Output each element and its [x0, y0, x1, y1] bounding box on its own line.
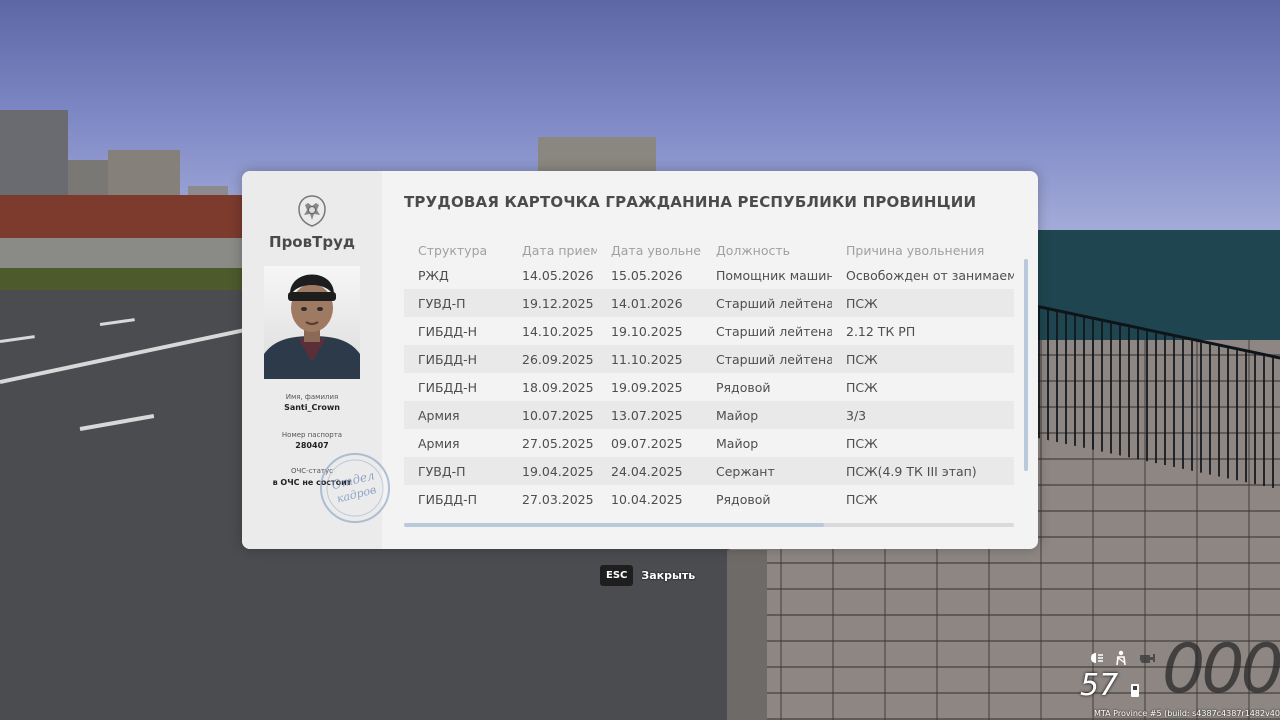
- coat-of-arms-icon: [298, 195, 326, 227]
- cell-hire-date: 18.09.2025: [522, 379, 594, 395]
- table-row: РЖД 14.05.2026 15.05.2026 Помощник машин…: [404, 261, 1014, 289]
- engine-icon: [1140, 654, 1155, 663]
- cell-position: Рядовой: [716, 491, 771, 507]
- seatbelt-icon: [1116, 650, 1126, 666]
- table-row: ГУВД-П 19.12.2025 14.01.2026 Старший лей…: [404, 289, 1014, 317]
- horizontal-scrollbar[interactable]: [404, 523, 1014, 527]
- table-row: ГИБДД-Н 26.09.2025 11.10.2025 Старший ле…: [404, 345, 1014, 373]
- cell-structure: Армия: [404, 401, 508, 429]
- cell-position: Майор: [716, 435, 759, 451]
- table-row: ГИБДД-Н 18.09.2025 19.09.2025 Рядовой ПС…: [404, 373, 1014, 401]
- cell-hire-date: 14.10.2025: [522, 323, 594, 339]
- cell-dismissal-date: 15.05.2026: [611, 267, 683, 283]
- cell-hire-date: 26.09.2025: [508, 345, 597, 373]
- cell-reason: 3/3: [832, 401, 1014, 429]
- cell-structure: РЖД: [418, 267, 449, 283]
- org-name: ПровТруд: [269, 233, 355, 251]
- name-value: Santi_Crown: [284, 403, 340, 412]
- table-row: ГИБДД-П 27.03.2025 10.04.2025 Рядовой ПС…: [404, 485, 1014, 513]
- cell-position: Майор: [702, 401, 832, 429]
- passport-value: 280407: [295, 441, 329, 450]
- column-header: Структура: [418, 242, 488, 258]
- name-label: Имя, фамилия: [285, 393, 339, 401]
- cell-hire-date: 14.05.2026: [522, 267, 594, 283]
- column-header: Причина увольнения: [846, 242, 985, 258]
- cell-structure: ГИБДД-Н: [404, 345, 508, 373]
- table-body: РЖД 14.05.2026 15.05.2026 Помощник машин…: [404, 261, 1014, 513]
- vertical-scrollbar[interactable]: [1024, 259, 1028, 471]
- citizen-photo: [264, 266, 360, 379]
- cell-dismissal-date: 09.07.2025: [611, 435, 683, 451]
- employment-table-viewport[interactable]: Структура Дата приема Дата увольнени Дол…: [404, 239, 1014, 515]
- table-row: ГИБДД-Н 14.10.2025 19.10.2025 Старший ле…: [404, 317, 1014, 345]
- passport-label: Номер паспорта: [281, 431, 343, 439]
- hr-department-stamp: Отдел кадров: [320, 453, 390, 523]
- table-row: ГУВД-П 19.04.2025 24.04.2025 Сержант ПСЖ…: [404, 457, 1014, 485]
- employment-history-table: Структура Дата приема Дата увольнени Дол…: [404, 239, 1014, 513]
- cell-hire-date: 19.04.2025: [508, 457, 597, 485]
- odometer-value: 000: [1162, 630, 1280, 709]
- cell-structure: Армия: [418, 435, 460, 451]
- fuel-icon: [1131, 684, 1139, 697]
- cell-structure: ГУВД-П: [404, 457, 508, 485]
- cell-dismissal-date: 19.09.2025: [611, 379, 683, 395]
- speedometer-value: 57: [1080, 668, 1119, 703]
- esc-key-badge[interactable]: ESC: [600, 565, 634, 586]
- cell-hire-date: 27.03.2025: [522, 491, 594, 507]
- cell-dismissal-date: 11.10.2025: [597, 345, 702, 373]
- table-row: Армия 27.05.2025 09.07.2025 Майор ПСЖ: [404, 429, 1014, 457]
- cell-structure: ГУВД-П: [404, 289, 508, 317]
- table-row: Армия 10.07.2025 13.07.2025 Майор 3/3: [404, 401, 1014, 429]
- cell-reason: ПСЖ(4.9 ТК III этап): [832, 457, 1014, 485]
- card-main: ТРУДОВАЯ КАРТОЧКА ГРАЖДАНИНА РЕСПУБЛИКИ …: [382, 171, 1038, 549]
- cell-dismissal-date: 13.07.2025: [597, 401, 702, 429]
- headlight-icon: [1091, 653, 1103, 663]
- table-header-row: Структура Дата приема Дата увольнени Дол…: [404, 239, 1014, 261]
- close-hint[interactable]: ESC Закрыть: [600, 565, 695, 586]
- cell-structure: ГИБДД-Н: [418, 323, 477, 339]
- cell-position: Сержант: [702, 457, 832, 485]
- cell-structure: ГИБДД-Н: [418, 379, 477, 395]
- employment-card-window: ПровТруд Имя, фамилия Santi_Crown Номер …: [242, 171, 1038, 549]
- cell-reason: ПСЖ: [832, 345, 1014, 373]
- cell-reason: Освобожден от занимаемой: [846, 267, 1014, 283]
- card-title: ТРУДОВАЯ КАРТОЧКА ГРАЖДАНИНА РЕСПУБЛИКИ …: [404, 193, 977, 211]
- column-header: Должность: [716, 242, 791, 258]
- cell-hire-date: 27.05.2025: [522, 435, 594, 451]
- horizontal-scrollbar-thumb[interactable]: [404, 523, 824, 527]
- close-label[interactable]: Закрыть: [641, 569, 695, 582]
- column-header: Дата приема: [522, 242, 597, 258]
- cell-reason: 2.12 ТК РП: [846, 323, 916, 339]
- cell-dismissal-date: 14.01.2026: [597, 289, 702, 317]
- cell-reason: ПСЖ: [846, 435, 878, 451]
- cell-structure: ГИБДД-П: [418, 491, 477, 507]
- build-version: MTA Province #5 (build: s4387c4387r1482v…: [1094, 709, 1280, 718]
- cell-hire-date: 19.12.2025: [508, 289, 597, 317]
- cell-dismissal-date: 10.04.2025: [611, 491, 683, 507]
- building: [0, 110, 68, 200]
- column-header: Дата увольнени: [611, 242, 702, 258]
- cell-position: Старший лейтенант: [716, 323, 832, 339]
- cell-dismissal-date: 19.10.2025: [611, 323, 683, 339]
- card-sidebar: ПровТруд Имя, фамилия Santi_Crown Номер …: [242, 171, 390, 549]
- cell-reason: ПСЖ: [846, 491, 878, 507]
- curb: [727, 550, 767, 720]
- cell-position: Старший лейтенант: [702, 289, 832, 317]
- cell-reason: ПСЖ: [846, 379, 878, 395]
- cell-position: Старший лейтенант: [702, 345, 832, 373]
- vertical-scrollbar-thumb[interactable]: [1024, 259, 1028, 471]
- cell-position: Рядовой: [716, 379, 771, 395]
- cell-reason: ПСЖ: [832, 289, 1014, 317]
- cell-dismissal-date: 24.04.2025: [597, 457, 702, 485]
- cell-hire-date: 10.07.2025: [508, 401, 597, 429]
- vehicle-status-icons: [1090, 650, 1156, 666]
- cell-position: Помощник машинис: [716, 267, 832, 283]
